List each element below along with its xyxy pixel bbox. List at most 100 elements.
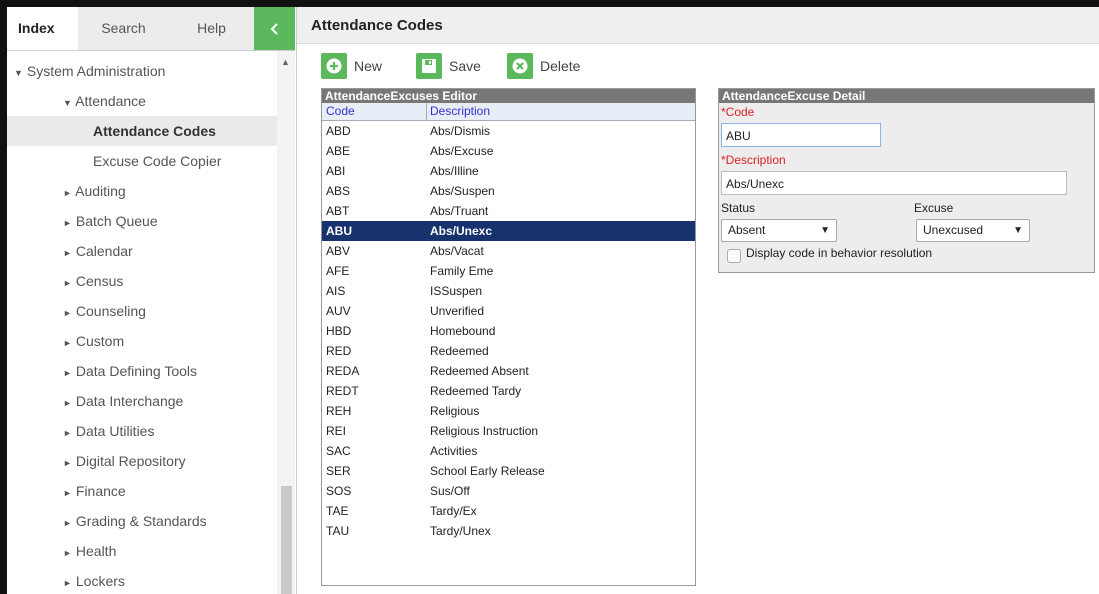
nav-tree-item-label: Grading & Standards xyxy=(75,513,207,529)
nav-tree-item[interactable]: ► Calendar xyxy=(7,236,277,266)
collapsed-arrow-icon: ► xyxy=(63,368,72,378)
table-row[interactable]: SAC Activities xyxy=(322,441,695,461)
excuse-label: Excuse xyxy=(914,201,954,215)
nav-tree-item-label: Calendar xyxy=(75,243,133,259)
column-header-code[interactable]: Code xyxy=(326,103,355,120)
collapsed-arrow-icon: ► xyxy=(63,578,72,588)
nav-tree-item[interactable]: ▼ System Administration xyxy=(7,56,277,86)
nav-tree-item-label: Excuse Code Copier xyxy=(93,153,222,169)
window-frame-left xyxy=(0,0,7,594)
row-code: AUV xyxy=(326,304,351,318)
table-row[interactable]: AIS ISSuspen xyxy=(322,281,695,301)
nav-tree-item[interactable]: Excuse Code Copier xyxy=(7,146,277,176)
description-label: *Description xyxy=(721,153,786,167)
nav-tree-item[interactable]: ► Custom xyxy=(7,326,277,356)
collapsed-arrow-icon: ► xyxy=(63,278,72,288)
nav-tree-item[interactable]: ► Batch Queue xyxy=(7,206,277,236)
row-code: REH xyxy=(326,404,352,418)
table-row[interactable]: ABD Abs/Dismis xyxy=(322,121,695,141)
excuse-select[interactable]: Unexcused ▼ xyxy=(916,219,1030,242)
table-row[interactable]: ABE Abs/Excuse xyxy=(322,141,695,161)
row-code: AFE xyxy=(326,264,350,278)
row-description: Abs/Excuse xyxy=(430,144,494,158)
table-row[interactable]: REDT Redeemed Tardy xyxy=(322,381,695,401)
navigation-panel: Index Search Help ▼ System Administratio… xyxy=(7,7,295,594)
nav-tree-item-label: Custom xyxy=(75,333,125,349)
attendance-excuse-detail: AttendanceExcuse Detail *Code ABU *Descr… xyxy=(718,88,1095,273)
nav-tree-item-label: Batch Queue xyxy=(75,213,158,229)
nav-tree-item[interactable]: Attendance Codes xyxy=(7,116,277,146)
window-frame-top xyxy=(0,0,1099,7)
nav-scrollbar[interactable]: ▲ xyxy=(277,51,295,594)
table-row[interactable]: ABT Abs/Truant xyxy=(322,201,695,221)
nav-tree-item-label: Data Defining Tools xyxy=(75,363,198,379)
tab-search[interactable]: Search xyxy=(78,7,169,50)
row-description: Abs/Suspen xyxy=(430,184,495,198)
detail-title: AttendanceExcuse Detail xyxy=(719,89,1094,103)
row-code: REI xyxy=(326,424,347,438)
nav-tree-item[interactable]: ► Finance xyxy=(7,476,277,506)
row-description: Tardy/Unex xyxy=(430,524,491,538)
table-row[interactable]: RED Redeemed xyxy=(322,341,695,361)
nav-tree-item[interactable]: ► Grading & Standards xyxy=(7,506,277,536)
nav-tree-item[interactable]: ► Counseling xyxy=(7,296,277,326)
row-code: TAE xyxy=(326,504,349,518)
behavior-resolution-checkbox[interactable] xyxy=(727,249,741,263)
table-row[interactable]: AFE Family Eme xyxy=(322,261,695,281)
table-row[interactable]: REDA Redeemed Absent xyxy=(322,361,695,381)
table-row[interactable]: SER School Early Release xyxy=(322,461,695,481)
chevron-down-icon: ▼ xyxy=(1013,225,1023,236)
status-select[interactable]: Absent ▼ xyxy=(721,219,837,242)
collapse-nav-button[interactable] xyxy=(254,7,295,50)
row-description: Redeemed Absent xyxy=(430,364,529,378)
code-field[interactable]: ABU xyxy=(721,123,881,147)
nav-tree-item[interactable]: ► Lockers xyxy=(7,566,277,594)
table-row[interactable]: SOS Sus/Off xyxy=(322,481,695,501)
save-button-label: Save xyxy=(449,58,481,74)
collapsed-arrow-icon: ► xyxy=(63,488,72,498)
collapsed-arrow-icon: ► xyxy=(63,248,72,258)
table-row[interactable]: AUV Unverified xyxy=(322,301,695,321)
nav-tree-item[interactable]: ▼ Attendance xyxy=(7,86,277,116)
nav-tree-item[interactable]: ► Data Utilities xyxy=(7,416,277,446)
table-row[interactable]: ABU Abs/Unexc xyxy=(322,221,695,241)
row-code: ABI xyxy=(326,164,346,178)
collapsed-arrow-icon: ► xyxy=(63,518,72,528)
row-description: Redeemed xyxy=(430,344,489,358)
description-field[interactable]: Abs/Unexc xyxy=(721,171,1067,195)
row-code: ABE xyxy=(326,144,351,158)
table-row[interactable]: TAU Tardy/Unex xyxy=(322,521,695,541)
nav-tree-item[interactable]: ► Digital Repository xyxy=(7,446,277,476)
scrollbar-thumb[interactable] xyxy=(281,486,292,594)
row-code: SER xyxy=(326,464,351,478)
column-header-description[interactable]: Description xyxy=(426,103,490,120)
nav-tree-item[interactable]: ► Health xyxy=(7,536,277,566)
code-label: *Code xyxy=(721,105,755,119)
editor-title: AttendanceExcuses Editor xyxy=(322,89,695,103)
row-description: Redeemed Tardy xyxy=(430,384,522,398)
table-row[interactable]: ABV Abs/Vacat xyxy=(322,241,695,261)
nav-tree-item[interactable]: ► Data Interchange xyxy=(7,386,277,416)
nav-tree-item-label: Counseling xyxy=(75,303,146,319)
table-row[interactable]: REI Religious Instruction xyxy=(322,421,695,441)
title-bar: Attendance Codes xyxy=(297,7,1099,44)
nav-tree-item[interactable]: ► Data Defining Tools xyxy=(7,356,277,386)
row-description: Abs/Dismis xyxy=(430,124,491,138)
table-row[interactable]: ABS Abs/Suspen xyxy=(322,181,695,201)
row-description: Tardy/Ex xyxy=(430,504,477,518)
nav-tree-item-label: Attendance xyxy=(75,93,146,109)
table-row[interactable]: HBD Homebound xyxy=(322,321,695,341)
table-row[interactable]: TAE Tardy/Ex xyxy=(322,501,695,521)
table-row[interactable]: ABI Abs/Illine xyxy=(322,161,695,181)
tab-index[interactable]: Index xyxy=(7,7,78,50)
nav-tree-item[interactable]: ► Auditing xyxy=(7,176,277,206)
table-row[interactable]: REH Religious xyxy=(322,401,695,421)
nav-tree-item[interactable]: ► Census xyxy=(7,266,277,296)
row-description: Religious Instruction xyxy=(430,424,539,438)
tab-help[interactable]: Help xyxy=(169,7,254,50)
row-description: Abs/Truant xyxy=(430,204,489,218)
attendance-excuses-editor: AttendanceExcuses Editor Code Descriptio… xyxy=(321,88,696,586)
delete-button-label: Delete xyxy=(540,58,581,74)
scroll-up-icon[interactable]: ▲ xyxy=(281,57,290,67)
main-area: Attendance Codes New Save Delete Attenda… xyxy=(296,7,1099,594)
